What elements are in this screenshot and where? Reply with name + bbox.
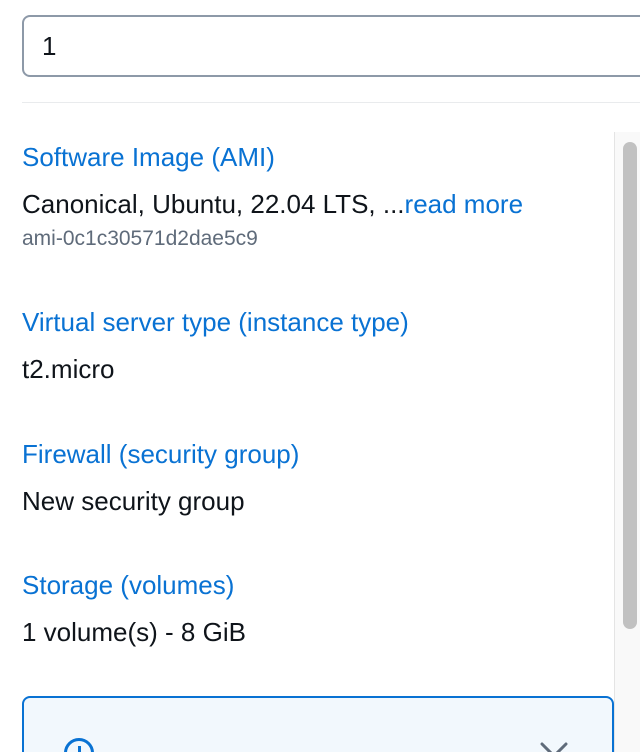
- instance-type-summary: Virtual server type (instance type) t2.m…: [22, 305, 409, 386]
- info-alert: [22, 696, 614, 752]
- divider: [22, 102, 640, 103]
- number-of-instances-input[interactable]: [22, 15, 640, 77]
- ami-id: ami-0c1c30571d2dae5c9: [22, 227, 258, 250]
- scrollbar-thumb[interactable]: [623, 142, 637, 629]
- firewall-link[interactable]: Firewall (security group): [22, 437, 299, 471]
- instance-summary-panel: Software Image (AMI) Canonical, Ubuntu, …: [0, 0, 640, 752]
- instance-type-link[interactable]: Virtual server type (instance type): [22, 305, 409, 339]
- storage-summary: Storage (volumes) 1 volume(s) - 8 GiB: [22, 568, 246, 649]
- ami-link[interactable]: Software Image (AMI): [22, 140, 523, 174]
- ami-value: Canonical, Ubuntu, 22.04 LTS, ...: [22, 189, 405, 219]
- summary-scrollbar[interactable]: [614, 132, 640, 752]
- close-icon: [540, 742, 568, 752]
- instance-type-value: t2.micro: [22, 354, 115, 384]
- info-icon: [64, 738, 94, 752]
- ami-value-row: Canonical, Ubuntu, 22.04 LTS, ...read mo…: [22, 187, 523, 221]
- dismiss-alert-button[interactable]: [536, 738, 572, 752]
- firewall-summary: Firewall (security group) New security g…: [22, 437, 299, 518]
- read-more-link[interactable]: read more: [405, 189, 524, 219]
- firewall-value: New security group: [22, 486, 245, 516]
- ami-summary: Software Image (AMI) Canonical, Ubuntu, …: [22, 140, 523, 253]
- storage-value: 1 volume(s) - 8 GiB: [22, 617, 246, 647]
- storage-link[interactable]: Storage (volumes): [22, 568, 246, 602]
